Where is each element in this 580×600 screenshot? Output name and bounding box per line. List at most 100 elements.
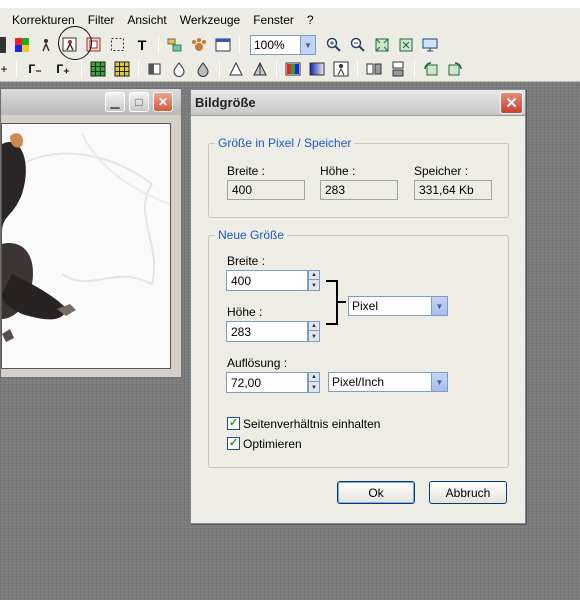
menu-korrekturen[interactable]: Korrekturen xyxy=(12,13,75,27)
chevron-down-icon[interactable]: ▼ xyxy=(300,36,315,54)
pixel-memory-legend: Größe in Pixel / Speicher xyxy=(215,136,355,150)
spin-up-icon[interactable]: ▲ xyxy=(309,271,319,280)
keep-ratio-label[interactable]: Seitenverhältnis einhalten xyxy=(243,417,380,431)
menu-werkzeuge[interactable]: Werkzeuge xyxy=(180,13,240,27)
rgb-icon[interactable] xyxy=(285,61,301,77)
resolution-input[interactable]: 72,00 xyxy=(226,372,308,393)
drop-icon[interactable] xyxy=(171,61,187,77)
gamma-minus-icon[interactable]: Г₋ xyxy=(25,61,45,77)
triangle-shaded-icon[interactable] xyxy=(252,61,268,77)
layers-icon[interactable] xyxy=(167,37,183,53)
triangle-icon[interactable] xyxy=(228,61,244,77)
zoom-in-icon[interactable] xyxy=(326,37,342,53)
new-width-input[interactable]: 400 xyxy=(226,270,308,291)
dialog-close-button[interactable]: ✕ xyxy=(500,92,523,114)
pixel-memory-group: Größe in Pixel / Speicher Breite : Höhe … xyxy=(208,136,509,218)
toolbar-separator xyxy=(81,59,82,78)
dialog-title: Bildgröße xyxy=(195,95,256,110)
resolution-spinner[interactable]: ▲ ▼ xyxy=(308,372,320,393)
text-tool-icon[interactable]: T xyxy=(134,37,150,53)
add-icon[interactable]: + xyxy=(0,61,8,77)
checkmark-icon: ✓ xyxy=(228,437,239,449)
image-window-titlebar[interactable]: ▁ □ ✕ xyxy=(1,89,181,115)
memory-value: 331,64 Kb xyxy=(414,180,492,200)
minimize-button[interactable]: ▁ xyxy=(105,92,125,112)
menu-bar: Korrekturen Filter Ansicht Werkzeuge Fen… xyxy=(0,8,580,32)
resolution-label: Auflösung : xyxy=(227,356,288,370)
spin-down-icon[interactable]: ▼ xyxy=(309,281,319,290)
cancel-button[interactable]: Abbruch xyxy=(429,481,507,504)
window-icon[interactable] xyxy=(215,37,231,53)
new-height-label: Höhe : xyxy=(227,305,263,319)
resolution-unit-select[interactable]: Pixel/Inch ▼ xyxy=(328,372,448,392)
maximize-button[interactable]: □ xyxy=(129,92,149,112)
color-grid-icon[interactable] xyxy=(14,37,30,53)
adjust-figure-icon[interactable] xyxy=(38,37,54,53)
checkmark-icon: ✓ xyxy=(228,417,239,429)
highlight-circle xyxy=(58,26,92,60)
new-height-spinner[interactable]: ▲ ▼ xyxy=(308,321,320,342)
fullscreen-icon[interactable] xyxy=(422,37,438,53)
spin-up-icon[interactable]: ▲ xyxy=(309,322,319,331)
spin-down-icon[interactable]: ▼ xyxy=(309,332,319,341)
color-palette-icon[interactable] xyxy=(0,37,6,53)
maximize-icon: □ xyxy=(135,95,143,109)
rotate-right-icon[interactable] xyxy=(447,61,463,77)
memory-label: Speicher : xyxy=(414,164,469,178)
new-width-spinner[interactable]: ▲ ▼ xyxy=(308,270,320,291)
menu-help[interactable]: ? xyxy=(307,13,314,27)
mosaic-icon[interactable] xyxy=(114,61,130,77)
gradient-icon[interactable] xyxy=(309,61,325,77)
toolbar-separator xyxy=(357,59,358,78)
actual-size-icon[interactable] xyxy=(398,37,414,53)
menu-filter[interactable]: Filter xyxy=(88,13,115,27)
toolbar-separator xyxy=(138,59,139,78)
dialog-titlebar[interactable]: Bildgröße ✕ xyxy=(191,90,525,116)
minimize-icon: ▁ xyxy=(110,95,120,109)
rotate-left-icon[interactable] xyxy=(423,61,439,77)
selection-icon[interactable] xyxy=(110,37,126,53)
link-bracket-tick xyxy=(338,301,346,303)
gamma-plus-icon[interactable]: Г₊ xyxy=(53,61,73,77)
menu-ansicht[interactable]: Ansicht xyxy=(127,13,166,27)
close-button[interactable]: ✕ xyxy=(153,92,173,112)
image-canvas[interactable] xyxy=(1,123,171,369)
paw-effect-icon[interactable] xyxy=(191,37,207,53)
zoom-select[interactable]: 100% ▼ xyxy=(250,35,316,55)
current-width-label: Breite : xyxy=(227,164,266,178)
keep-ratio-checkbox[interactable]: ✓ xyxy=(227,417,240,430)
toolbar-separator xyxy=(239,36,240,54)
zoom-out-icon[interactable] xyxy=(350,37,366,53)
toolbar-separator xyxy=(414,59,415,78)
figure-box-icon[interactable] xyxy=(333,61,349,77)
new-size-legend: Neue Größe xyxy=(215,228,288,242)
unit-select[interactable]: Pixel ▼ xyxy=(348,296,448,316)
optimize-checkbox[interactable]: ✓ xyxy=(227,437,240,450)
current-height-value: 283 xyxy=(320,180,398,200)
new-height-input[interactable]: 283 xyxy=(226,321,308,342)
image-size-dialog: Bildgröße ✕ Größe in Pixel / Speicher Br… xyxy=(190,89,526,524)
optimize-label[interactable]: Optimieren xyxy=(243,437,302,451)
toolbar-separator xyxy=(276,59,277,78)
grid-icon[interactable] xyxy=(90,61,106,77)
close-icon: ✕ xyxy=(157,95,169,109)
link-bracket xyxy=(326,280,338,325)
ok-button[interactable]: Ok xyxy=(337,481,415,504)
flip-vertical-icon[interactable] xyxy=(390,61,406,77)
chevron-down-icon[interactable]: ▼ xyxy=(431,297,447,315)
new-width-label: Breite : xyxy=(227,254,266,268)
flip-horizontal-icon[interactable] xyxy=(366,61,382,77)
hamster-photo xyxy=(2,124,170,368)
top-strip xyxy=(0,0,580,8)
menu-fenster[interactable]: Fenster xyxy=(253,13,294,27)
spin-up-icon[interactable]: ▲ xyxy=(309,373,319,382)
half-square-icon[interactable] xyxy=(147,61,163,77)
current-height-label: Höhe : xyxy=(320,164,356,178)
drop-half-icon[interactable] xyxy=(195,61,211,77)
image-window: ▁ □ ✕ xyxy=(0,88,182,378)
zoom-value: 100% xyxy=(254,38,285,52)
fit-window-icon[interactable] xyxy=(374,37,390,53)
chevron-down-icon[interactable]: ▼ xyxy=(431,373,447,391)
spin-down-icon[interactable]: ▼ xyxy=(309,383,319,392)
toolbar-separator xyxy=(219,59,220,78)
